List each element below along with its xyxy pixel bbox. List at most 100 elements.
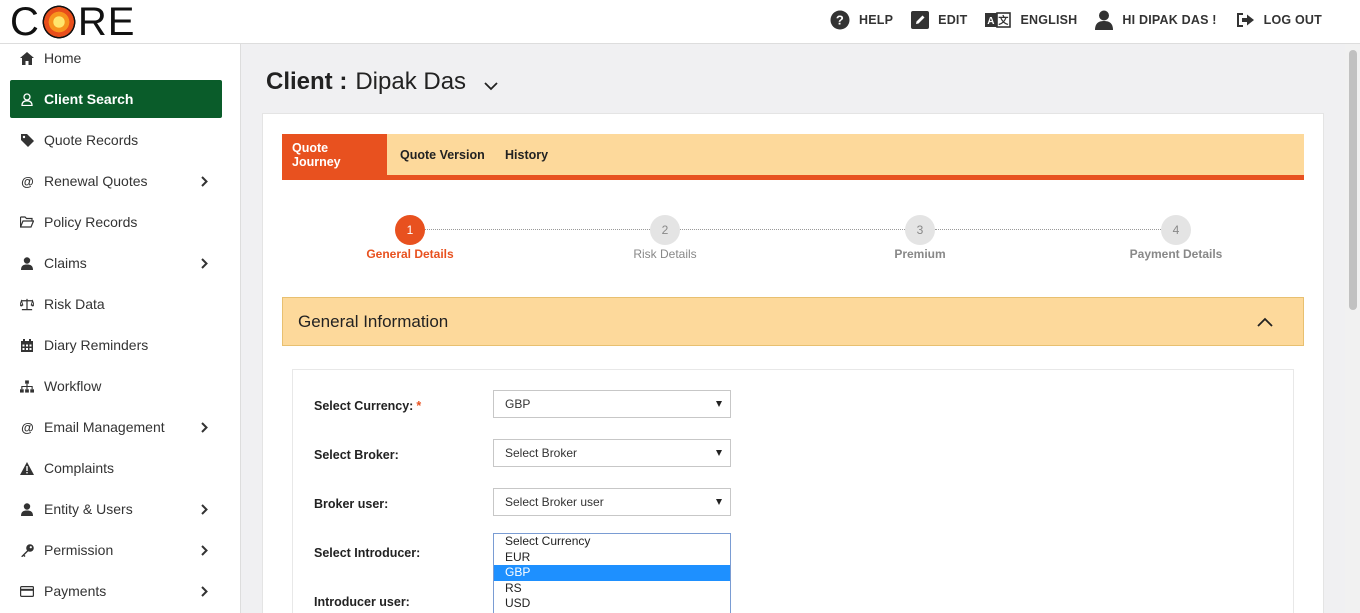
step-2-circle[interactable]: 2 <box>650 215 680 245</box>
dropdown-option[interactable]: Select Currency <box>494 534 730 550</box>
dropdown-option[interactable]: USD <box>494 596 730 612</box>
step-3-circle[interactable]: 3 <box>905 215 935 245</box>
chevron-right-icon <box>201 584 208 600</box>
sidebar-item-label: Quote Records <box>44 132 139 148</box>
user-icon <box>1095 10 1114 30</box>
chevron-right-icon <box>201 256 208 272</box>
dropdown-option-highlighted[interactable]: GBP <box>494 565 730 581</box>
sidebar-item-payments[interactable]: Payments <box>10 572 222 610</box>
step-3-label[interactable]: Premium <box>840 247 1000 261</box>
currency-select[interactable]: GBP <box>493 390 731 418</box>
sidebar-item-quote-records[interactable]: Quote Records <box>10 121 222 159</box>
credit-card-icon <box>20 585 34 597</box>
step-2-label[interactable]: Risk Details <box>585 247 745 261</box>
user-outline-icon <box>20 92 34 106</box>
sidebar-item-label: Complaints <box>44 460 115 476</box>
dropdown-option[interactable]: EUR <box>494 550 730 566</box>
broker-user-select[interactable]: Select Broker user <box>493 488 731 516</box>
client-title: Client : Dipak Das <box>266 66 498 98</box>
step-4-label[interactable]: Payment Details <box>1096 247 1256 261</box>
introducer-user-label: Introducer user: <box>314 595 410 609</box>
currency-label: Select Currency: * <box>314 399 421 413</box>
sidebar-item-label: Workflow <box>44 378 102 394</box>
sidebar-item-label: Client Search <box>44 91 134 107</box>
section-title: General Information <box>298 311 449 331</box>
chevron-right-icon <box>201 420 208 436</box>
sidebar-item-claims[interactable]: Claims <box>10 244 222 282</box>
sidebar-item-client-search[interactable]: Client Search <box>10 80 222 118</box>
step-4-circle[interactable]: 4 <box>1161 215 1191 245</box>
user-icon <box>20 256 34 270</box>
sidebar-item-label: Claims <box>44 255 87 271</box>
step-1-label[interactable]: General Details <box>330 247 490 261</box>
tab-history[interactable]: History <box>495 134 558 175</box>
core-logo-mark <box>40 4 77 40</box>
sidebar-item-label: Payments <box>44 583 107 599</box>
general-information-accordion[interactable]: General Information <box>282 297 1304 346</box>
caret-down-icon <box>716 450 722 456</box>
sidebar-item-policy-records[interactable]: Policy Records <box>10 203 222 241</box>
folder-open-icon <box>20 216 34 228</box>
help-label: HELP <box>859 13 894 27</box>
tab-quote-version[interactable]: Quote Version <box>390 134 495 175</box>
chevron-up-icon[interactable] <box>1257 314 1273 332</box>
help-link[interactable]: ? HELP <box>830 10 893 30</box>
sidebar-item-entity-users[interactable]: Entity & Users <box>10 490 222 528</box>
currency-label-text: Select Currency: <box>314 399 414 413</box>
chevron-right-icon <box>201 543 208 559</box>
broker-user-label: Broker user: <box>314 497 389 511</box>
scrollbar-thumb[interactable] <box>1349 50 1357 310</box>
sidebar-item-renewal-quotes[interactable]: @ Renewal Quotes <box>10 162 222 200</box>
user-icon <box>20 502 34 516</box>
chevron-right-icon <box>201 502 208 518</box>
warning-icon <box>20 461 34 475</box>
step-1-circle[interactable]: 1 <box>395 215 425 245</box>
balance-scale-icon <box>20 298 34 311</box>
broker-select[interactable]: Select Broker <box>493 439 731 467</box>
sidebar-item-diary-reminders[interactable]: Diary Reminders <box>10 326 222 364</box>
sidebar-item-home[interactable]: Home <box>10 44 222 77</box>
broker-user-select-value: Select Broker user <box>505 495 604 509</box>
sidebar-item-email-management[interactable]: @ Email Management <box>10 408 222 446</box>
svg-text:@: @ <box>21 421 34 434</box>
caret-down-icon <box>716 401 722 407</box>
home-icon <box>20 51 34 65</box>
svg-text:?: ? <box>836 13 844 28</box>
svg-text:A: A <box>988 16 995 27</box>
chevron-right-icon <box>201 174 208 190</box>
sidebar-item-workflow[interactable]: Workflow <box>10 367 222 405</box>
sitemap-icon <box>20 379 34 393</box>
dropdown-option[interactable]: RS <box>494 581 730 597</box>
key-icon <box>20 543 34 557</box>
stepper-connector <box>935 229 1161 230</box>
introducer-label: Select Introducer: <box>314 546 421 560</box>
logout-link[interactable]: LOG OUT <box>1235 11 1322 29</box>
required-marker: * <box>416 399 422 413</box>
help-icon: ? <box>830 10 850 30</box>
page-scrollbar[interactable] <box>1345 44 1360 613</box>
language-link[interactable]: A文 ENGLISH <box>985 12 1077 28</box>
language-label: ENGLISH <box>1020 13 1078 27</box>
top-nav: ? HELP EDIT A文 ENGLISH HI DIPAK DAS ! LO… <box>830 10 1322 30</box>
sidebar-item-label: Home <box>44 50 82 66</box>
currency-dropdown-list[interactable]: Select Currency EUR GBP RS USD <box>493 533 731 613</box>
sidebar-item-label: Permission <box>44 542 114 558</box>
at-icon: @ <box>20 421 34 434</box>
sidebar-item-label: Email Management <box>44 419 165 435</box>
sidebar-item-permission[interactable]: Permission <box>10 531 222 569</box>
broker-select-value: Select Broker <box>505 446 578 460</box>
quote-tabs: Quote Journey Quote Version History <box>282 134 1304 180</box>
chevron-down-icon[interactable] <box>484 70 498 98</box>
user-greeting[interactable]: HI DIPAK DAS ! <box>1095 10 1216 30</box>
tab-quote-journey[interactable]: Quote Journey <box>282 134 387 175</box>
sidebar-item-label: Diary Reminders <box>44 337 149 353</box>
client-name: Dipak Das <box>355 68 467 95</box>
sidebar-item-complaints[interactable]: Complaints <box>10 449 222 487</box>
core-logo[interactable]: C RE <box>10 2 135 42</box>
edit-label: EDIT <box>938 13 968 27</box>
logout-label: LOG OUT <box>1263 13 1322 27</box>
sidebar-item-label: Policy Records <box>44 214 138 230</box>
broker-label: Select Broker: <box>314 448 399 462</box>
edit-link[interactable]: EDIT <box>911 11 967 29</box>
sidebar-item-risk-data[interactable]: Risk Data <box>10 285 222 323</box>
